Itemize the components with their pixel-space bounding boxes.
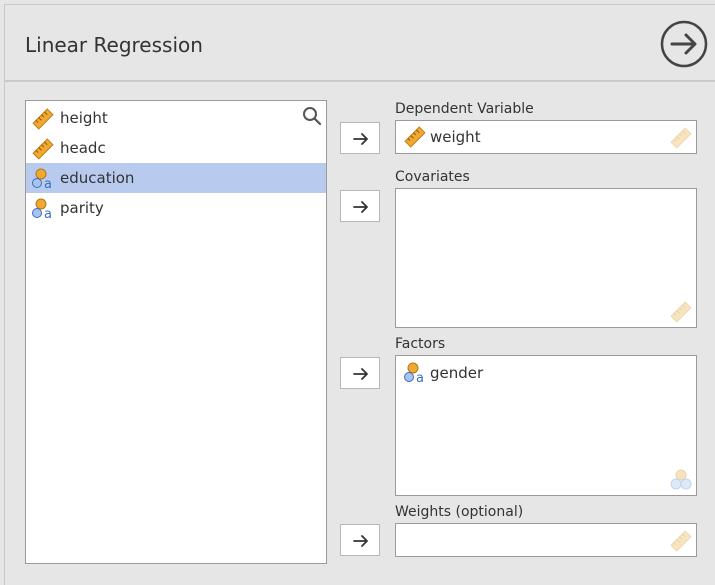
ruler-hint-icon (670, 127, 692, 149)
nominal-icon: a (32, 198, 54, 222)
svg-text:a: a (416, 371, 424, 384)
svg-text:a: a (44, 177, 52, 190)
factors-label: Factors (395, 336, 446, 352)
variable-list[interactable]: height headc a education a parity (25, 100, 327, 564)
nominal-hint-icon (670, 469, 692, 491)
variable-item-education[interactable]: a education (26, 163, 326, 193)
ruler-icon (404, 126, 426, 148)
arrow-right-icon (353, 133, 368, 145)
move-to-factors-button[interactable] (340, 357, 380, 389)
move-to-covariates-button[interactable] (340, 190, 380, 222)
ruler-icon (32, 108, 54, 130)
dependent-variable-box[interactable]: weight (395, 120, 697, 154)
covariates-box[interactable] (395, 188, 697, 328)
header-divider (4, 80, 715, 82)
dependent-variable-label: Dependent Variable (395, 101, 534, 117)
ruler-hint-icon (670, 301, 692, 323)
page-title: Linear Regression (25, 33, 203, 57)
arrow-right-icon (353, 368, 368, 380)
move-to-dependent-button[interactable] (340, 122, 380, 154)
factors-box[interactable]: a gender (395, 355, 697, 496)
arrow-right-icon (353, 201, 368, 213)
arrow-right-icon (353, 535, 368, 547)
ruler-icon (32, 138, 54, 160)
weights-box[interactable] (395, 523, 697, 557)
weights-label: Weights (optional) (395, 504, 524, 520)
nominal-icon: a (404, 362, 426, 386)
ruler-hint-icon (670, 530, 692, 552)
svg-text:a: a (44, 207, 52, 220)
arrow-right-circle-icon (660, 20, 708, 68)
move-to-weights-button[interactable] (340, 524, 380, 556)
variable-item-headc[interactable]: headc (26, 133, 326, 163)
nominal-icon: a (32, 168, 54, 192)
variable-item-parity[interactable]: a parity (26, 193, 326, 223)
run-button[interactable] (660, 20, 708, 68)
variable-item-height[interactable]: height (26, 103, 326, 133)
covariates-label: Covariates (395, 169, 470, 185)
